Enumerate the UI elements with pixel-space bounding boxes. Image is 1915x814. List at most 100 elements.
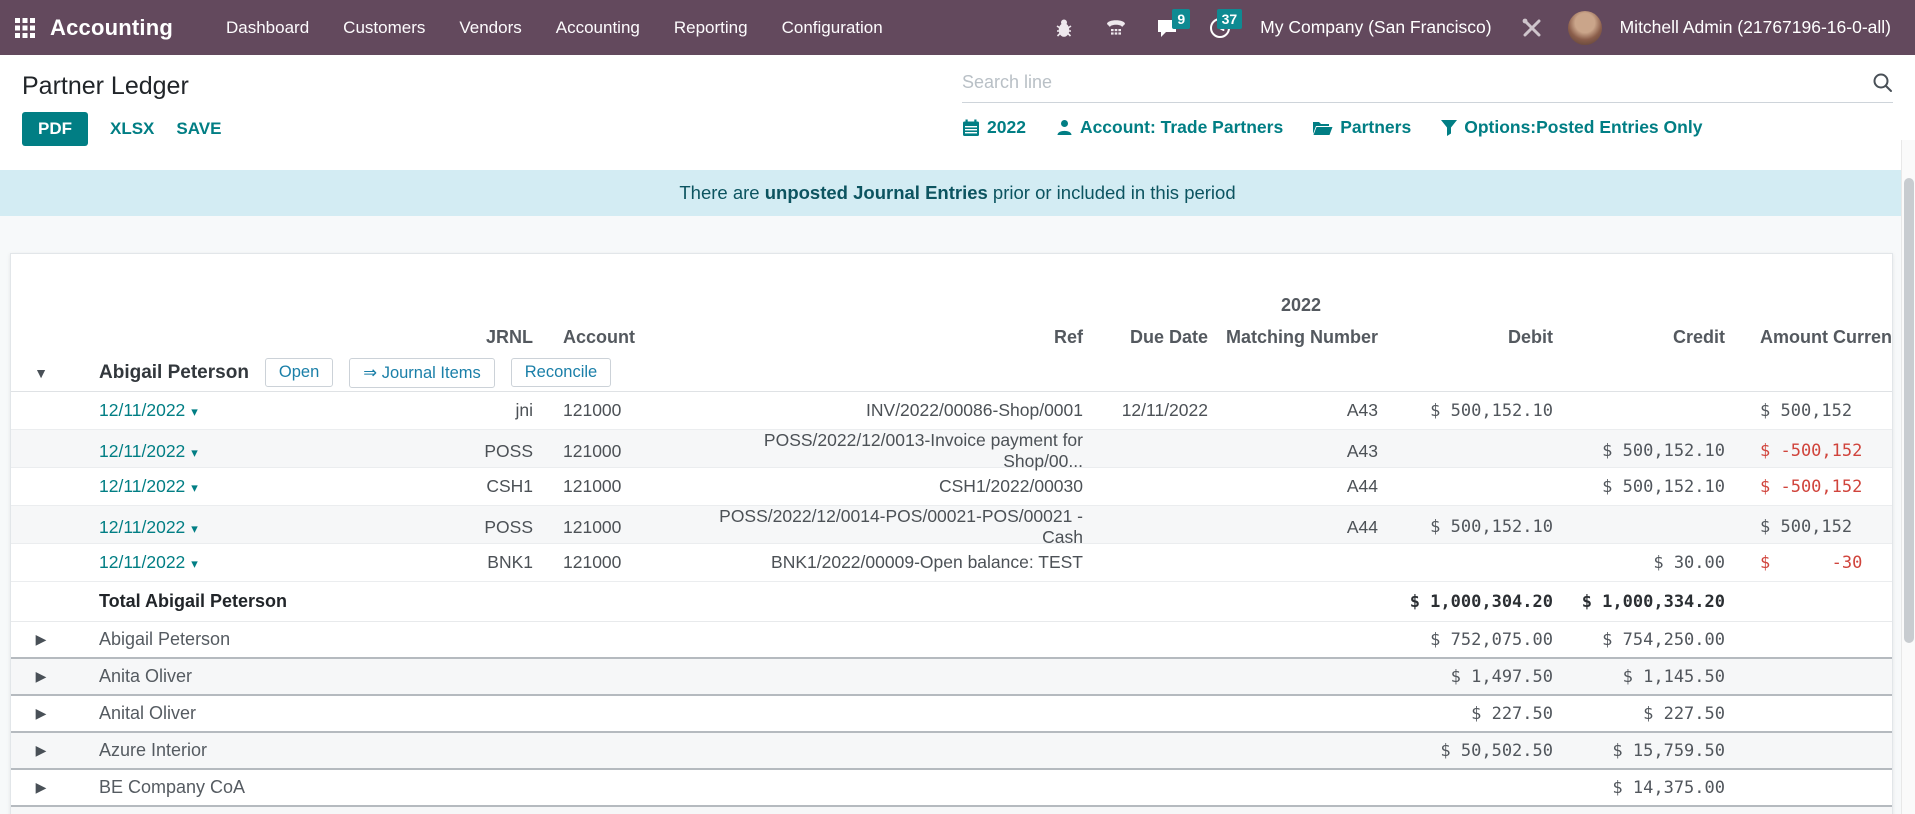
filter-account[interactable]: Account: Trade Partners: [1056, 117, 1283, 138]
control-bar: Partner Ledger PDF XLSX SAVE: [0, 55, 1915, 170]
expand-caret-icon[interactable]: ▶: [11, 668, 71, 685]
menu-configuration[interactable]: Configuration: [765, 0, 900, 55]
user-icon: [1056, 119, 1073, 136]
table-year-header-row: 2022: [11, 290, 1892, 320]
journal-line-row: 12/11/2022 BNK1 121000 BNK1/2022/00009-O…: [11, 544, 1892, 582]
matching-number: A44: [1216, 476, 1386, 497]
calendar-icon: [962, 119, 980, 137]
vertical-scrollbar[interactable]: [1901, 140, 1915, 814]
voip-phone-icon[interactable]: [1094, 0, 1138, 55]
journal-code: BNK1: [461, 552, 541, 573]
filter-date[interactable]: 2022: [962, 117, 1026, 138]
partner-row: ▶ Anital Oliver $ 227.50 $ 227.50: [11, 696, 1892, 733]
col-jrnl: JRNL: [461, 327, 541, 348]
partner-group-header: ▼ Abigail Peterson Open ⇒ Journal Items …: [11, 354, 1892, 392]
filter-options-label: Options:Posted Entries Only: [1464, 117, 1702, 138]
reconcile-button[interactable]: Reconcile: [511, 358, 611, 387]
active-filters: 2022 Account: Trade Partners Partners: [962, 117, 1702, 138]
entry-date-link[interactable]: 12/11/2022: [71, 476, 461, 497]
amount-currency: $ 500,152: [1733, 517, 1893, 537]
total-label: Total Abigail Peterson: [71, 591, 461, 612]
company-switcher[interactable]: My Company (San Francisco): [1250, 17, 1501, 38]
menu-dashboard[interactable]: Dashboard: [209, 0, 326, 55]
partner-debit: $ 752,075.00: [1386, 630, 1561, 650]
account-code: 121000: [541, 552, 691, 573]
entry-ref: INV/2022/00086-Shop/0001: [691, 400, 1091, 421]
scrollbar-thumb[interactable]: [1904, 178, 1914, 643]
total-debit: $ 1,000,304.20: [1386, 592, 1561, 612]
partner-credit: $ 15,759.50: [1561, 741, 1733, 761]
col-debit: Debit: [1386, 327, 1561, 348]
partner-name: Abigail Peterson: [71, 362, 249, 384]
filter-options[interactable]: Options:Posted Entries Only: [1441, 117, 1702, 138]
entry-ref: POSS/2022/12/0014-POS/00021-POS/00021 - …: [691, 506, 1091, 548]
journal-lines: 12/11/2022 jni 121000 INV/2022/00086-Sho…: [11, 392, 1892, 582]
journal-code: jni: [461, 400, 541, 421]
menu-vendors[interactable]: Vendors: [442, 0, 538, 55]
partner-row-name: Anital Oliver: [71, 703, 461, 724]
matching-number: A43: [1216, 400, 1386, 421]
partner-row: ▶ Abigail Peterson $ 752,075.00 $ 754,25…: [11, 622, 1892, 659]
debit-amount: $ 500,152.10: [1386, 401, 1561, 421]
save-button[interactable]: SAVE: [176, 119, 221, 139]
user-avatar[interactable]: [1568, 11, 1602, 45]
col-credit: Credit: [1561, 327, 1733, 348]
col-amount-currency: Amount Currency: [1733, 327, 1893, 348]
entry-ref: CSH1/2022/00030: [691, 476, 1091, 497]
page-title: Partner Ledger: [22, 72, 189, 101]
account-code: 121000: [541, 400, 691, 421]
menu-accounting[interactable]: Accounting: [539, 0, 657, 55]
messages-icon[interactable]: 9: [1146, 0, 1190, 55]
partner-summary-rows: ▶ Abigail Peterson $ 752,075.00 $ 754,25…: [11, 622, 1892, 814]
credit-amount: $ 30.00: [1561, 553, 1733, 573]
pdf-button[interactable]: PDF: [22, 112, 88, 146]
support-tools-icon[interactable]: [1510, 0, 1554, 55]
expand-caret-icon[interactable]: ▶: [11, 631, 71, 648]
partner-ledger-page: Accounting Dashboard Customers Vendors A…: [0, 0, 1915, 814]
account-code: 121000: [541, 517, 691, 538]
matching-number: A43: [1216, 441, 1386, 462]
menu-reporting[interactable]: Reporting: [657, 0, 765, 55]
journal-items-button[interactable]: ⇒ Journal Items: [349, 358, 494, 388]
filter-partners-label: Partners: [1340, 117, 1411, 138]
folder-icon: [1313, 120, 1333, 136]
partner-row: ▶ BE Company CoA $ 14,375.00: [11, 770, 1892, 807]
activities-clock-icon[interactable]: 37: [1198, 0, 1242, 55]
expand-caret-icon[interactable]: ▶: [11, 779, 71, 796]
activities-badge: 37: [1217, 9, 1243, 29]
journal-code: CSH1: [461, 476, 541, 497]
journal-line-row: 12/11/2022 POSS 121000 POSS/2022/12/0014…: [11, 506, 1892, 544]
apps-grid-icon[interactable]: [0, 0, 50, 55]
xlsx-button[interactable]: XLSX: [110, 119, 154, 139]
journal-line-row: 12/11/2022 jni 121000 INV/2022/00086-Sho…: [11, 392, 1892, 430]
banner-text-post: prior or included in this period: [988, 182, 1236, 203]
partner-debit: $ 1,497.50: [1386, 667, 1561, 687]
year-header: 2022: [1216, 295, 1386, 316]
app-name[interactable]: Accounting: [50, 15, 173, 41]
filter-partners[interactable]: Partners: [1313, 117, 1411, 138]
filter-account-label: Account: Trade Partners: [1080, 117, 1283, 138]
user-menu[interactable]: Mitchell Admin (21767196-16-0-all): [1610, 17, 1901, 38]
entry-date-link[interactable]: 12/11/2022: [71, 441, 461, 462]
top-navbar: Accounting Dashboard Customers Vendors A…: [0, 0, 1915, 55]
matching-number: A44: [1216, 517, 1386, 538]
partner-row: ▶ Azure Interior $ 50,502.50 $ 15,759.50: [11, 733, 1892, 770]
search-icon[interactable]: [1872, 72, 1893, 93]
entry-date-link[interactable]: 12/11/2022: [71, 552, 461, 573]
open-button[interactable]: Open: [265, 358, 333, 387]
col-matching-number: Matching Number: [1216, 327, 1386, 348]
amount-currency: $ 500,152: [1733, 401, 1893, 421]
collapse-caret-icon[interactable]: ▼: [11, 365, 71, 381]
bug-icon[interactable]: [1042, 0, 1086, 55]
partner-row-name: Anita Oliver: [71, 666, 461, 687]
menu-customers[interactable]: Customers: [326, 0, 442, 55]
entry-date-link[interactable]: 12/11/2022: [71, 517, 461, 538]
expand-caret-icon[interactable]: ▶: [11, 705, 71, 722]
search-input[interactable]: [962, 72, 1872, 93]
amount-currency: $ -500,152: [1733, 477, 1893, 497]
expand-caret-icon[interactable]: ▶: [11, 742, 71, 759]
partner-total-row: Total Abigail Peterson $ 1,000,304.20 $ …: [11, 582, 1892, 622]
entry-date-link[interactable]: 12/11/2022: [71, 400, 461, 421]
col-account: Account: [541, 327, 691, 348]
filter-date-label: 2022: [987, 117, 1026, 138]
